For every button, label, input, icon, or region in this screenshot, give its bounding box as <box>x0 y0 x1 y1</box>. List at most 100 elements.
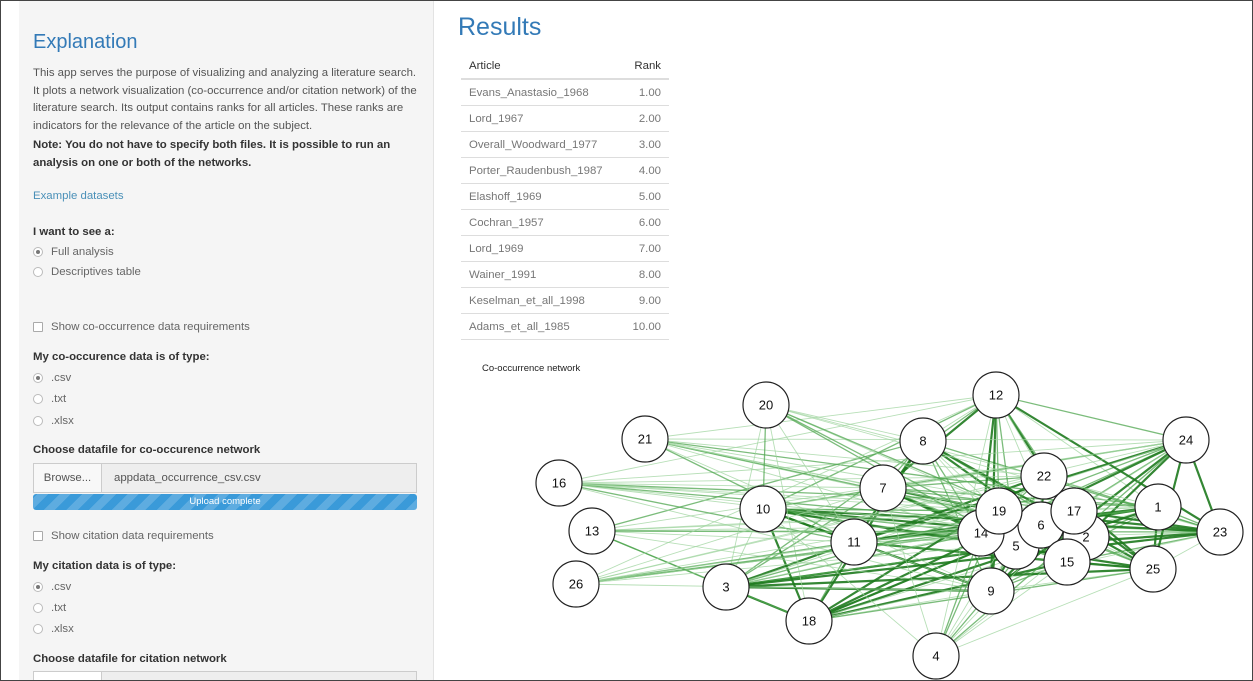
radio-full-analysis[interactable]: Full analysis <box>33 246 114 258</box>
radio-button[interactable] <box>33 416 43 426</box>
radio-label: .txt <box>51 393 67 405</box>
network-edge <box>995 394 1187 441</box>
network-node-label: 9 <box>987 584 994 599</box>
table-row: Wainer_1991 8.00 <box>461 261 669 288</box>
article-cell: Adams_et_all_1985 <box>461 313 622 340</box>
network-edge <box>765 404 924 442</box>
co-occurrence-network-graph: 12345678910111213 14151617181920212223242… <box>535 371 1244 680</box>
network-node-label: 8 <box>919 434 926 449</box>
table-header-row: Article Rank <box>461 53 669 80</box>
sidebar-panel: Explanation This app serves the purpose … <box>19 1 434 680</box>
note-text: Note: You do not have to specify both fi… <box>33 139 391 169</box>
article-cell: Keselman_et_all_1998 <box>461 287 622 314</box>
radio-label: Full analysis <box>51 246 114 258</box>
network-node-label: 11 <box>847 535 861 550</box>
network-node-label: 23 <box>1213 525 1227 540</box>
radio-label: .xlsx <box>51 415 74 427</box>
network-node-20: 20 <box>742 381 790 429</box>
article-cell: Lord_1967 <box>461 105 622 132</box>
cooc-file-label: Choose datafile for co-occurence network <box>33 444 261 456</box>
citation-file-label: Choose datafile for citation network <box>33 653 227 665</box>
network-node-label: 20 <box>759 398 773 413</box>
radio-button[interactable] <box>33 267 43 277</box>
network-node-label: 21 <box>638 432 652 447</box>
checkbox[interactable] <box>33 531 43 541</box>
network-node-4: 4 <box>912 632 960 680</box>
rank-cell: 8.00 <box>621 261 669 288</box>
network-node-13: 13 <box>568 507 616 555</box>
radio-citation-csv[interactable]: .csv <box>33 581 71 593</box>
table-row: Porter_Raudenbush_1987 4.00 <box>461 157 669 184</box>
upload-progress-bar: Upload complete <box>33 494 417 510</box>
network-node-22: 22 <box>1020 452 1068 500</box>
radio-cooc-txt[interactable]: .txt <box>33 393 66 405</box>
network-node-label: 26 <box>569 577 583 592</box>
network-node-label: 6 <box>1037 518 1044 533</box>
radio-button[interactable] <box>33 624 43 634</box>
radio-button[interactable] <box>33 373 43 383</box>
explanation-text: This app serves the purpose of visualizi… <box>33 67 417 132</box>
rank-cell: 10.00 <box>621 313 669 340</box>
network-node-11: 11 <box>830 518 878 566</box>
article-cell: Overall_Woodward_1977 <box>461 131 622 158</box>
radio-label: .txt <box>51 602 67 614</box>
radio-button[interactable] <box>33 582 43 592</box>
table-row: Adams_et_all_1985 10.00 <box>461 313 669 340</box>
network-node-10: 10 <box>739 485 787 533</box>
rank-cell: 4.00 <box>621 157 669 184</box>
network-node-label: 5 <box>1012 539 1019 554</box>
radio-button[interactable] <box>33 603 43 613</box>
rank-cell: 9.00 <box>621 287 669 314</box>
table-row: Lord_1967 2.00 <box>461 105 669 132</box>
article-cell: Porter_Raudenbush_1987 <box>461 157 622 184</box>
radio-button[interactable] <box>33 394 43 404</box>
file-name-field: appdata_occurrence_csv.csv <box>102 464 416 492</box>
network-nodes: 12345678910111213 14151617181920212223242… <box>535 371 1244 680</box>
article-cell: Evans_Anastasio_1968 <box>461 79 622 106</box>
file-name-field <box>102 672 416 680</box>
network-node-3: 3 <box>702 563 750 611</box>
rank-cell: 5.00 <box>621 183 669 210</box>
table-row: Elashoff_1969 5.00 <box>461 183 669 210</box>
network-node-label: 13 <box>585 524 599 539</box>
browse-button[interactable] <box>34 672 102 680</box>
network-node-label: 25 <box>1146 562 1160 577</box>
network-node-label: 16 <box>552 476 566 491</box>
network-node-7: 7 <box>859 464 907 512</box>
radio-cooc-xlsx[interactable]: .xlsx <box>33 415 74 427</box>
network-node-label: 22 <box>1037 469 1051 484</box>
radio-button[interactable] <box>33 247 43 257</box>
radio-citation-txt[interactable]: .txt <box>33 602 66 614</box>
article-cell: Lord_1969 <box>461 235 622 262</box>
browse-button[interactable]: Browse... <box>34 464 102 492</box>
network-node-12: 12 <box>972 371 1020 419</box>
radio-cooc-csv[interactable]: .csv <box>33 372 71 384</box>
radio-label: .csv <box>51 581 72 593</box>
citation-file-input[interactable] <box>33 671 417 680</box>
radio-label: .csv <box>51 372 72 384</box>
radio-descriptives-table[interactable]: Descriptives table <box>33 266 141 278</box>
cooc-requirements-checkbox[interactable]: Show co-occurrence data requirements <box>33 321 250 333</box>
radio-citation-xlsx[interactable]: .xlsx <box>33 623 74 635</box>
cooc-file-input[interactable]: Browse... appdata_occurrence_csv.csv <box>33 463 417 493</box>
citation-requirements-checkbox[interactable]: Show citation data requirements <box>33 530 214 542</box>
network-edge <box>644 438 1000 512</box>
table-row: Evans_Anastasio_1968 1.00 <box>461 79 669 106</box>
article-cell: Elashoff_1969 <box>461 183 622 210</box>
cooc-type-label: My co-occurence data is of type: <box>33 351 210 363</box>
table-row: Keselman_et_all_1998 9.00 <box>461 287 669 314</box>
column-header-rank: Rank <box>621 53 669 80</box>
network-node-label: 15 <box>1060 555 1074 570</box>
network-node-label: 17 <box>1067 504 1081 519</box>
table-row: Lord_1969 7.00 <box>461 235 669 262</box>
checkbox[interactable] <box>33 322 43 332</box>
rank-cell: 7.00 <box>621 235 669 262</box>
radio-label: Descriptives table <box>51 266 141 278</box>
network-node-label: 3 <box>722 580 729 595</box>
network-node-label: 1 <box>1154 500 1161 515</box>
table-row: Overall_Woodward_1977 3.00 <box>461 131 669 158</box>
network-node-9: 9 <box>967 567 1015 615</box>
example-datasets-link[interactable]: Example datasets <box>33 190 124 202</box>
network-node-label: 19 <box>992 504 1006 519</box>
network-node-21: 21 <box>621 415 669 463</box>
